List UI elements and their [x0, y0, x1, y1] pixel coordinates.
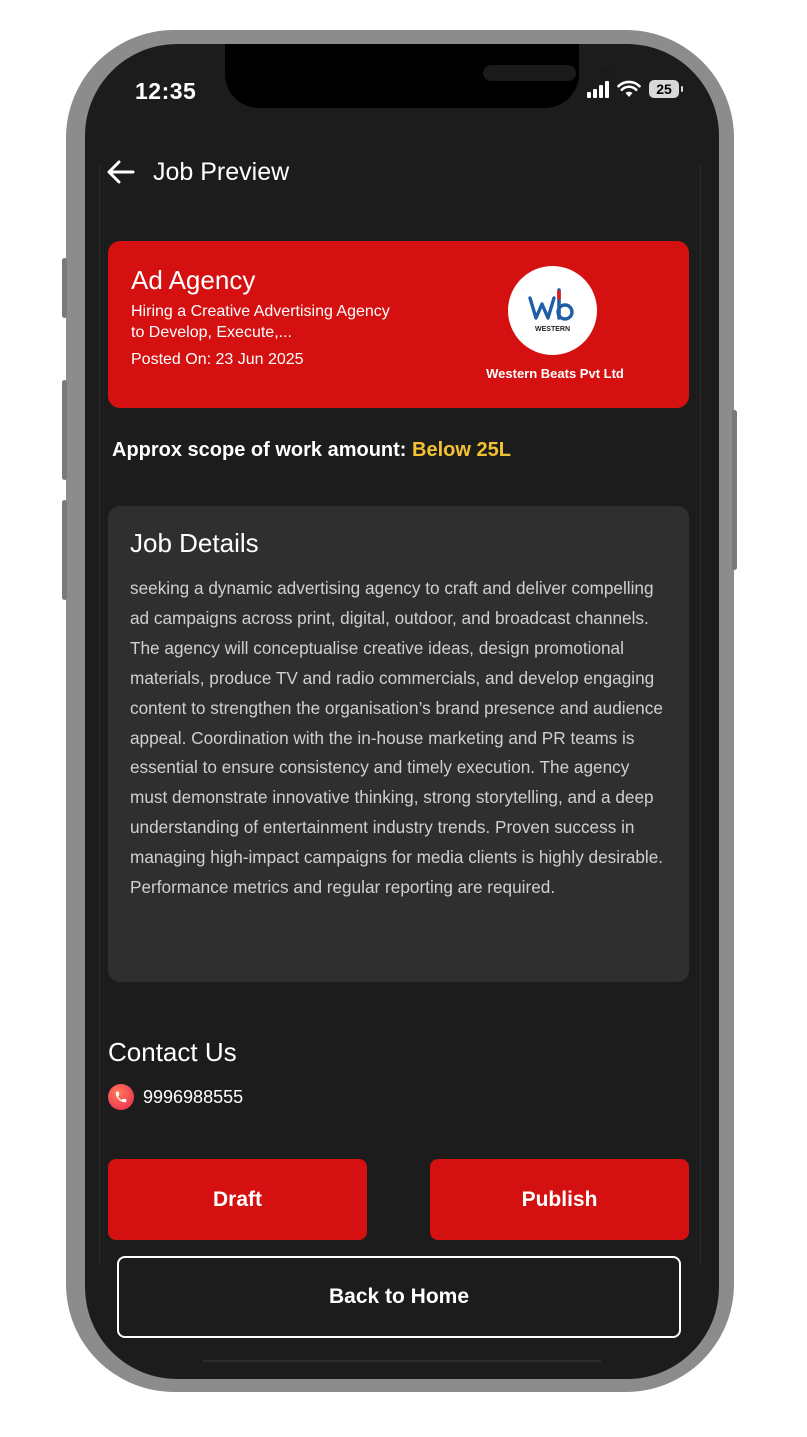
- job-subtitle: Hiring a Creative Advertising Agency to …: [131, 303, 390, 341]
- company-logo-mark: [527, 288, 574, 321]
- speaker: [483, 65, 576, 81]
- mute-switch: [62, 258, 67, 318]
- phone-number: 9996988555: [143, 1086, 244, 1107]
- front-camera: [600, 66, 615, 81]
- company-name: Western Beats Pvt Ltd: [486, 366, 624, 381]
- job-details-card: Job Details seeking a dynamic advertisin…: [108, 506, 689, 982]
- scope-value: Below 25L: [412, 439, 511, 461]
- status-time: 12:35: [135, 78, 197, 104]
- status-icons: 25: [587, 80, 683, 98]
- battery-icon: 25: [649, 80, 683, 98]
- publish-button[interactable]: Publish: [430, 1159, 689, 1240]
- phone-glyph: [115, 1091, 127, 1103]
- wifi-icon: [617, 80, 641, 97]
- app-screen: 12:35 25 Job Preview Ad Agency Hiring a …: [85, 44, 719, 1379]
- header: Job Preview: [105, 156, 289, 188]
- scope-label: Approx scope of work amount:: [112, 439, 407, 461]
- draft-button[interactable]: Draft: [108, 1159, 367, 1240]
- contact-phone-row[interactable]: 9996988555: [108, 1084, 243, 1110]
- notch: [225, 44, 615, 108]
- contact-title: Contact Us: [108, 1037, 237, 1067]
- volume-up-button: [62, 380, 67, 480]
- job-summary-card: Ad Agency Hiring a Creative Advertising …: [108, 241, 689, 408]
- job-title: Ad Agency: [131, 265, 256, 295]
- home-indicator: [203, 1360, 601, 1362]
- phone-icon: [108, 1084, 134, 1110]
- logo-subtext: WESTERN: [535, 326, 570, 333]
- arrow-left-icon[interactable]: [105, 156, 137, 188]
- job-details-title: Job Details: [130, 528, 259, 558]
- scope-of-work: Approx scope of work amount: Below 25L: [112, 439, 511, 462]
- edge-line: [700, 164, 701, 1264]
- back-to-home-button[interactable]: Back to Home: [117, 1256, 681, 1338]
- volume-down-button: [62, 500, 67, 600]
- company-logo: WESTERN: [508, 266, 597, 355]
- power-button: [732, 410, 737, 570]
- posted-date: Posted On: 23 Jun 2025: [131, 351, 304, 368]
- page-title: Job Preview: [153, 157, 290, 186]
- edge-line: [99, 164, 100, 1264]
- job-details-body: seeking a dynamic advertising agency to …: [130, 578, 664, 898]
- signal-icon: [587, 80, 609, 98]
